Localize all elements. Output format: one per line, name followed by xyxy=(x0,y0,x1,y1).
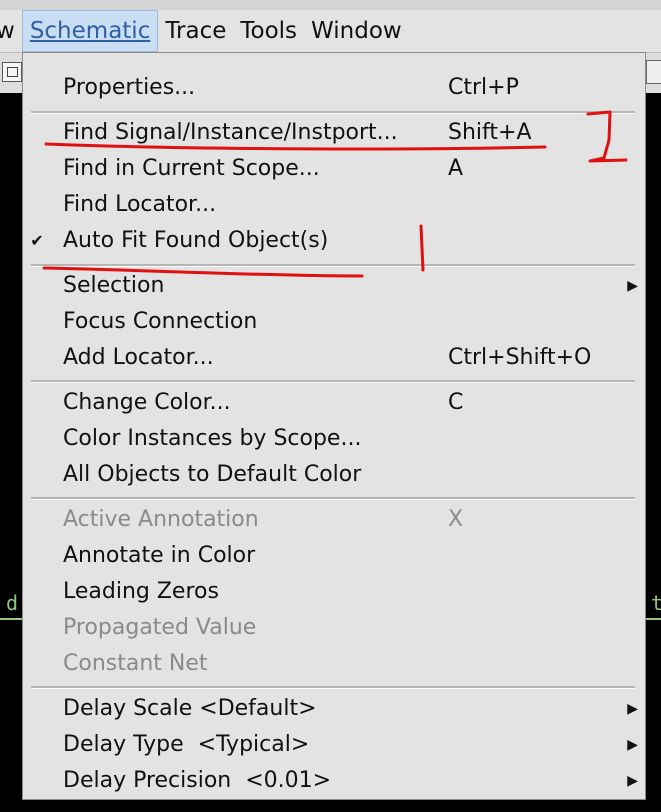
canvas-label-right: t xyxy=(651,591,661,615)
submenu-arrow-icon: ▶ xyxy=(627,701,638,717)
menu-item-label: Selection xyxy=(63,273,165,298)
menu-item-focus-connection[interactable]: Focus Connection xyxy=(23,304,645,340)
menu-item-label: Focus Connection xyxy=(63,309,258,334)
menu-item-delay-precision[interactable]: Delay Precision <0.01> ▶ xyxy=(23,763,645,799)
menu-item-label: Color Instances by Scope... xyxy=(63,426,362,451)
menu-item-label: Add Locator... xyxy=(63,345,214,370)
menu-item-label: Delay Scale <Default> xyxy=(63,696,317,721)
menu-item-change-color[interactable]: Change Color... C xyxy=(23,385,645,421)
menu-item-shortcut: X xyxy=(448,507,464,532)
menu-separator xyxy=(31,380,635,383)
menu-item-shortcut: Shift+A xyxy=(448,120,532,145)
menu-item-active-annotation: Active Annotation X xyxy=(23,502,645,538)
menu-tools[interactable]: Tools xyxy=(233,10,304,52)
menu-item-selection[interactable]: Selection ▶ xyxy=(23,268,645,304)
menu-item-default-color[interactable]: All Objects to Default Color xyxy=(23,457,645,493)
submenu-arrow-icon: ▶ xyxy=(627,737,638,753)
menu-trace[interactable]: Trace xyxy=(158,10,233,52)
schematic-dropdown-menu: Properties... Ctrl+P Find Signal/Instanc… xyxy=(22,52,646,800)
submenu-arrow-icon: ▶ xyxy=(627,773,638,789)
wire-left xyxy=(0,618,22,620)
menu-item-shortcut: A xyxy=(448,156,464,181)
menu-item-delay-scale[interactable]: Delay Scale <Default> ▶ xyxy=(23,691,645,727)
window-icon[interactable] xyxy=(2,62,22,82)
menu-window[interactable]: Window xyxy=(304,10,409,52)
menu-item-find-in-scope[interactable]: Find in Current Scope... A xyxy=(23,151,645,187)
menu-view[interactable]: w xyxy=(0,10,22,52)
menu-item-auto-fit[interactable]: ✔ Auto Fit Found Object(s) xyxy=(23,223,645,259)
menu-item-label: Find Locator... xyxy=(63,192,217,217)
menu-item-label: Find Signal/Instance/Instport... xyxy=(63,120,398,145)
menu-item-label: All Objects to Default Color xyxy=(63,462,362,487)
menu-item-label: Find in Current Scope... xyxy=(63,156,320,181)
menu-item-constant-net: Constant Net xyxy=(23,646,645,682)
canvas-label-left: d xyxy=(6,591,19,615)
menu-item-annotate-in-color[interactable]: Annotate in Color xyxy=(23,538,645,574)
menu-item-label: Delay Type <Typical> xyxy=(63,732,310,757)
menu-item-label: Active Annotation xyxy=(63,507,259,532)
menu-item-find-locator[interactable]: Find Locator... xyxy=(23,187,645,223)
toolbar-scroll-button[interactable] xyxy=(646,60,661,84)
menu-separator xyxy=(31,497,635,500)
menu-item-label: Properties... xyxy=(63,75,196,100)
menu-item-leading-zeros[interactable]: Leading Zeros xyxy=(23,574,645,610)
menu-item-shortcut: C xyxy=(448,390,464,415)
menu-item-color-instances[interactable]: Color Instances by Scope... xyxy=(23,421,645,457)
menu-item-shortcut: Ctrl+P xyxy=(448,75,519,100)
menu-separator xyxy=(31,111,635,114)
menu-item-label: Change Color... xyxy=(63,390,231,415)
menu-item-label: Leading Zeros xyxy=(63,579,219,604)
window-top-strip xyxy=(0,0,661,10)
submenu-arrow-icon: ▶ xyxy=(627,278,638,294)
menu-item-find-signal[interactable]: Find Signal/Instance/Instport... Shift+A xyxy=(23,115,645,151)
menu-item-properties[interactable]: Properties... Ctrl+P xyxy=(23,70,645,106)
menu-separator xyxy=(31,686,635,689)
menu-item-add-locator[interactable]: Add Locator... Ctrl+Shift+O xyxy=(23,340,645,376)
menu-item-propagated-value: Propagated Value xyxy=(23,610,645,646)
menu-item-label: Propagated Value xyxy=(63,615,257,640)
menu-item-label: Constant Net xyxy=(63,651,208,676)
menubar: w Schematic Trace Tools Window xyxy=(0,10,661,53)
menu-item-shortcut: Ctrl+Shift+O xyxy=(448,345,592,370)
wire-right xyxy=(646,618,661,620)
menu-item-label: Auto Fit Found Object(s) xyxy=(63,228,329,253)
menu-item-label: Delay Precision <0.01> xyxy=(63,768,332,793)
menu-item-delay-type[interactable]: Delay Type <Typical> ▶ xyxy=(23,727,645,763)
menu-separator xyxy=(31,264,635,267)
checkmark-icon: ✔ xyxy=(30,231,44,250)
menu-item-label: Annotate in Color xyxy=(63,543,256,568)
menu-schematic[interactable]: Schematic xyxy=(21,10,159,52)
